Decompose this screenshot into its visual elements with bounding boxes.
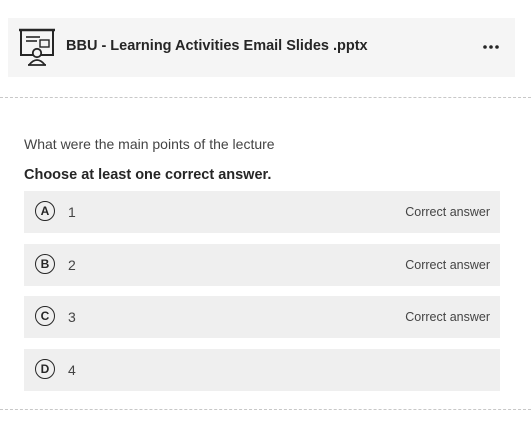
answer-value: 4 <box>68 361 76 378</box>
answer-letter-badge: B <box>35 253 55 274</box>
question-panel: BBU - Learning Activities Email Slides .… <box>0 0 531 422</box>
section-divider <box>0 409 531 410</box>
answer-option-b[interactable]: B 2 Correct answer <box>24 243 500 286</box>
correct-answer-label: Correct answer <box>405 257 490 272</box>
answer-option-d[interactable]: D 4 <box>24 348 500 391</box>
answer-letter-badge: C <box>35 306 55 326</box>
correct-answer-label: Correct answer <box>405 310 490 324</box>
correct-answer-label: Correct answer <box>405 205 490 219</box>
answer-value: 3 <box>68 309 76 325</box>
presentation-icon <box>18 27 56 67</box>
question-text: What were the main points of the lecture <box>24 136 275 152</box>
answer-letter-badge: D <box>35 358 55 379</box>
answer-option-c[interactable]: C 3 Correct answer <box>24 296 500 338</box>
more-options-icon[interactable] <box>481 36 501 58</box>
answer-option-a[interactable]: A 1 Correct answer <box>24 191 500 233</box>
attachment-file-name[interactable]: BBU - Learning Activities Email Slides .… <box>66 38 368 54</box>
answer-value: 1 <box>68 204 76 220</box>
attachment-card[interactable]: BBU - Learning Activities Email Slides .… <box>8 18 515 77</box>
answer-letter-badge: A <box>35 201 55 221</box>
section-divider <box>0 97 531 98</box>
answer-value: 2 <box>68 256 76 273</box>
answer-list: A 1 Correct answer B 2 Correct answer C … <box>24 191 500 401</box>
question-instructions: Choose at least one correct answer. <box>24 167 272 183</box>
